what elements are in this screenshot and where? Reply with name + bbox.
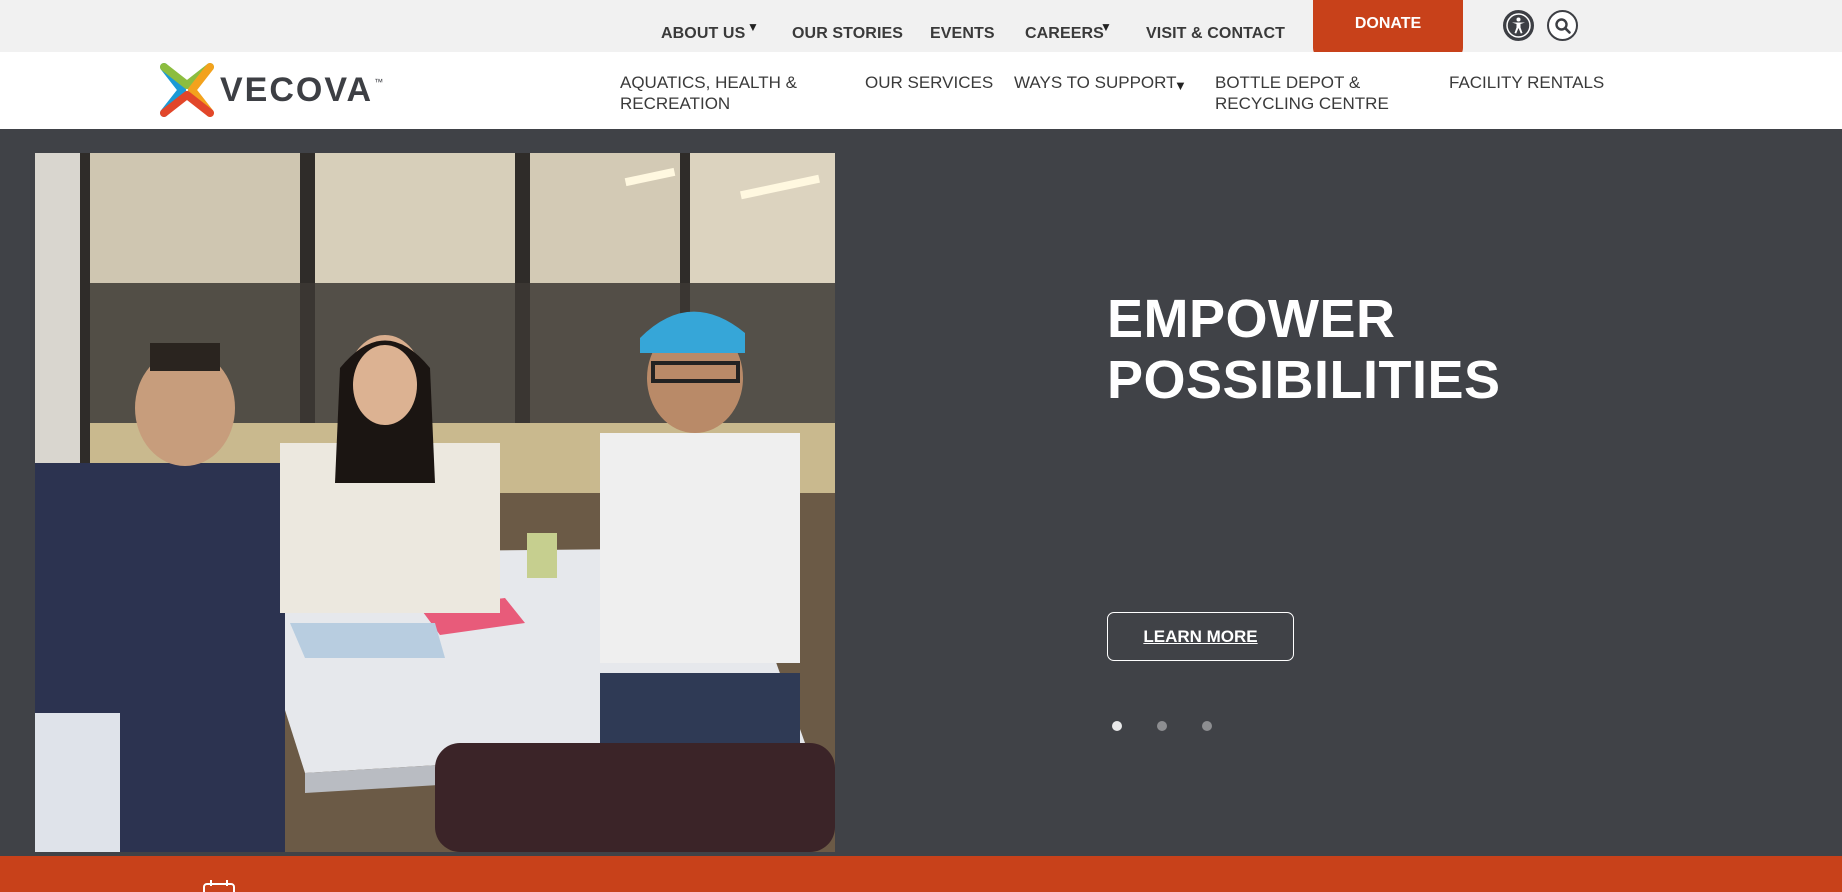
util-nav-careers[interactable]: CAREERS <box>1025 25 1104 43</box>
ways-to-support-caret-icon[interactable]: ▼ <box>1174 78 1187 93</box>
nav-item-line: RECREATION <box>620 94 731 113</box>
hero-photo-illustration <box>35 153 835 852</box>
nav-item-line: AQUATICS, HEALTH & <box>620 73 797 92</box>
accessibility-icon <box>1506 13 1531 38</box>
util-nav-our-stories[interactable]: OUR STORIES <box>792 25 903 43</box>
vecova-logo[interactable]: VECOVA ™ <box>158 60 383 120</box>
slider-dot-1[interactable] <box>1112 721 1122 731</box>
search-icon <box>1554 17 1571 34</box>
nav-item-line: BOTTLE DEPOT & <box>1215 73 1361 92</box>
events-bar <box>0 856 1842 892</box>
careers-caret-icon[interactable]: ▼ <box>1100 20 1112 34</box>
nav-facility-rentals[interactable]: FACILITY RENTALS <box>1449 72 1604 93</box>
logo-trademark: ™ <box>374 77 384 87</box>
nav-our-services[interactable]: OUR SERVICES <box>865 72 993 93</box>
util-nav-visit-contact[interactable]: VISIT & CONTACT <box>1146 25 1285 43</box>
logo-wordmark: VECOVA <box>220 70 374 109</box>
util-nav-events[interactable]: EVENTS <box>930 25 995 43</box>
slider-dot-3[interactable] <box>1202 721 1212 731</box>
calendar-icon <box>203 880 235 892</box>
nav-aquatics-health-recreation[interactable]: AQUATICS, HEALTH & RECREATION <box>620 72 797 114</box>
hero-slider: EMPOWER POSSIBILITIES LEARN MORE <box>0 129 1842 856</box>
hero-photo <box>35 153 835 852</box>
about-us-caret-icon[interactable]: ▼ <box>747 20 759 34</box>
hero-title-line: EMPOWER <box>1107 289 1396 349</box>
hero-title: EMPOWER POSSIBILITIES <box>1107 289 1501 411</box>
utility-bar: ABOUT US ▼ OUR STORIES EVENTS CAREERS ▼ … <box>0 0 1842 58</box>
accessibility-button[interactable] <box>1503 10 1534 41</box>
hero-title-line: POSSIBILITIES <box>1107 350 1501 410</box>
vecova-x-logo-icon <box>160 63 214 117</box>
nav-item-line: RECYCLING CENTRE <box>1215 94 1389 113</box>
nav-ways-to-support[interactable]: WAYS TO SUPPORT <box>1014 72 1176 93</box>
slider-dot-2[interactable] <box>1157 721 1167 731</box>
search-button[interactable] <box>1547 10 1578 41</box>
nav-bottle-depot-recycling[interactable]: BOTTLE DEPOT & RECYCLING CENTRE <box>1215 72 1389 114</box>
main-nav: VECOVA ™ AQUATICS, HEALTH & RECREATION O… <box>0 52 1842 129</box>
util-nav-about-us[interactable]: ABOUT US <box>661 25 745 43</box>
learn-more-button[interactable]: LEARN MORE <box>1107 612 1294 661</box>
donate-button[interactable]: DONATE <box>1313 0 1463 58</box>
